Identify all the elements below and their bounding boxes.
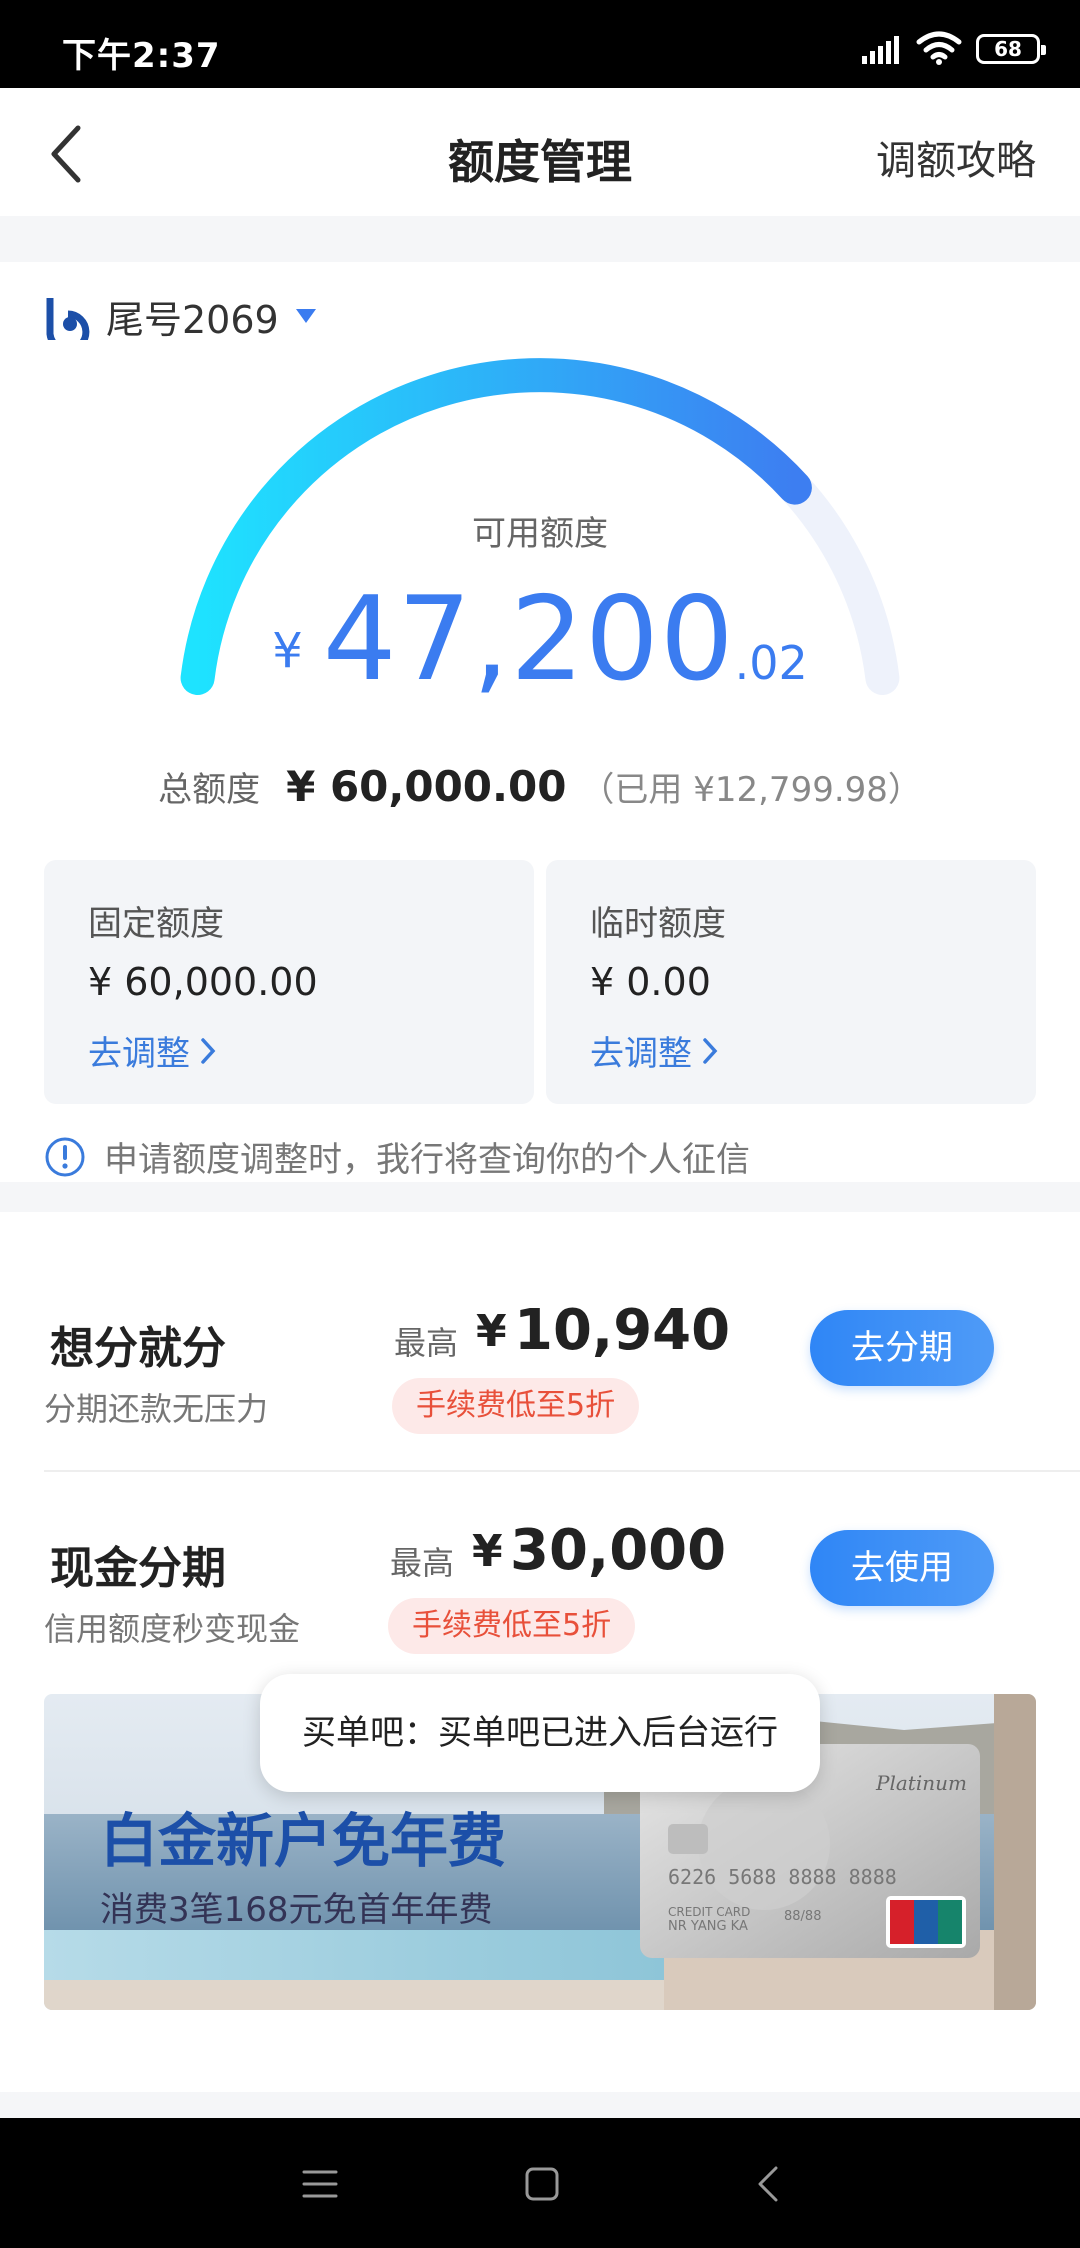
info-icon (45, 1137, 85, 1176)
promo-currency: ¥ (476, 1306, 507, 1357)
currency-symbol: ¥ (272, 623, 303, 679)
temp-adjust-label: 去调整 (590, 1034, 692, 1074)
temp-quota-box: 临时额度 ¥ 0.00 去调整 (546, 860, 1036, 1104)
temp-quota-title: 临时额度 (590, 904, 726, 944)
temp-quota-adjust-link[interactable]: 去调整 (590, 1026, 718, 1075)
fixed-quota-title: 固定额度 (88, 904, 224, 944)
used-quota-value: （已用 ¥12,799.98） (580, 770, 922, 810)
menu-icon[interactable] (296, 2160, 344, 2208)
toast-message: 买单吧：买单吧已进入后台运行 (260, 1674, 820, 1792)
fixed-quota-adjust-link[interactable]: 去调整 (88, 1026, 216, 1075)
cash-use-button[interactable]: 去使用 (810, 1530, 994, 1606)
svg-text:CREDIT CARD: CREDIT CARD (668, 1905, 750, 1919)
available-amount-decimal: .02 (734, 636, 808, 690)
credit-inquiry-notice: 申请额度调整时，我行将查询你的个人征信 (44, 1132, 750, 1181)
battery-icon: 68 (976, 34, 1046, 64)
promo-title: 想分就分 (50, 1323, 226, 1374)
svg-text:Platinum: Platinum (875, 1771, 967, 1795)
quota-guide-link[interactable]: 调额攻略 (876, 128, 1036, 186)
total-quota-line: 总额度 ¥ 60,000.00 （已用 ¥12,799.98） (0, 762, 1080, 811)
fixed-adjust-label: 去调整 (88, 1034, 190, 1074)
promo-section: 想分就分 分期还款无压力 最高 ¥ 10,940 手续费低至5折 去分期 现金分… (0, 1212, 1080, 2092)
status-bar: 下午2:37 68 (0, 0, 1080, 88)
chevron-right-icon (201, 1037, 216, 1064)
system-nav-bar (0, 2118, 1080, 2248)
wifi-icon (916, 31, 962, 65)
dropdown-triangle-icon (295, 309, 316, 323)
svg-text:6226 5688 8888 8888: 6226 5688 8888 8888 (668, 1865, 897, 1889)
promo-subtitle: 分期还款无压力 (44, 1390, 269, 1428)
total-quota-value: ¥ 60,000.00 (286, 762, 567, 811)
svg-text:NR YANG KA: NR YANG KA (668, 1919, 748, 1934)
fixed-quota-box: 固定额度 ¥ 60,000.00 去调整 (44, 860, 534, 1104)
promo-fee-tag: 手续费低至5折 (388, 1598, 636, 1654)
temp-quota-value: ¥ 0.00 (590, 960, 711, 1004)
banner-subtitle: 消费3笔168元免首年年费 (100, 1890, 493, 1930)
signal-icon (862, 36, 899, 64)
promo-max-value: 30,000 (510, 1518, 727, 1583)
chevron-right-icon (703, 1037, 718, 1064)
promo-fee-tag: 手续费低至5折 (392, 1378, 640, 1434)
available-amount-integer: 47,200 (322, 572, 735, 707)
nav-bar: 额度管理 调额攻略 (0, 88, 1080, 216)
notice-text: 申请额度调整时，我行将查询你的个人征信 (104, 1140, 750, 1180)
divider (44, 1470, 1080, 1472)
back-icon[interactable] (746, 2160, 794, 2208)
promo-max-value: 10,940 (514, 1298, 731, 1363)
promo-max-label: 最高 (394, 1324, 459, 1362)
promo-title: 现金分期 (50, 1543, 226, 1594)
svg-text:88/88: 88/88 (784, 1909, 821, 1924)
banner-title: 白金新户免年费 (100, 1807, 507, 1875)
promo-subtitle: 信用额度秒变现金 (44, 1610, 301, 1648)
home-icon[interactable] (518, 2160, 566, 2208)
available-quota-amount: ¥47,200.02 (0, 572, 1080, 707)
total-quota-label: 总额度 (158, 770, 261, 810)
quota-card: 尾号2069 可用额度 ¥47,200.02 总额度 ¥ 60,000.00 （已用… (0, 262, 1080, 1182)
status-time: 下午2:37 (62, 36, 221, 76)
promo-max-label: 最高 (390, 1544, 455, 1582)
bank-logo-icon (46, 298, 90, 340)
fixed-quota-value: ¥ 60,000.00 (88, 960, 318, 1004)
promo-currency: ¥ (472, 1526, 503, 1577)
available-quota-label: 可用额度 (472, 514, 608, 554)
installment-button[interactable]: 去分期 (810, 1310, 994, 1386)
